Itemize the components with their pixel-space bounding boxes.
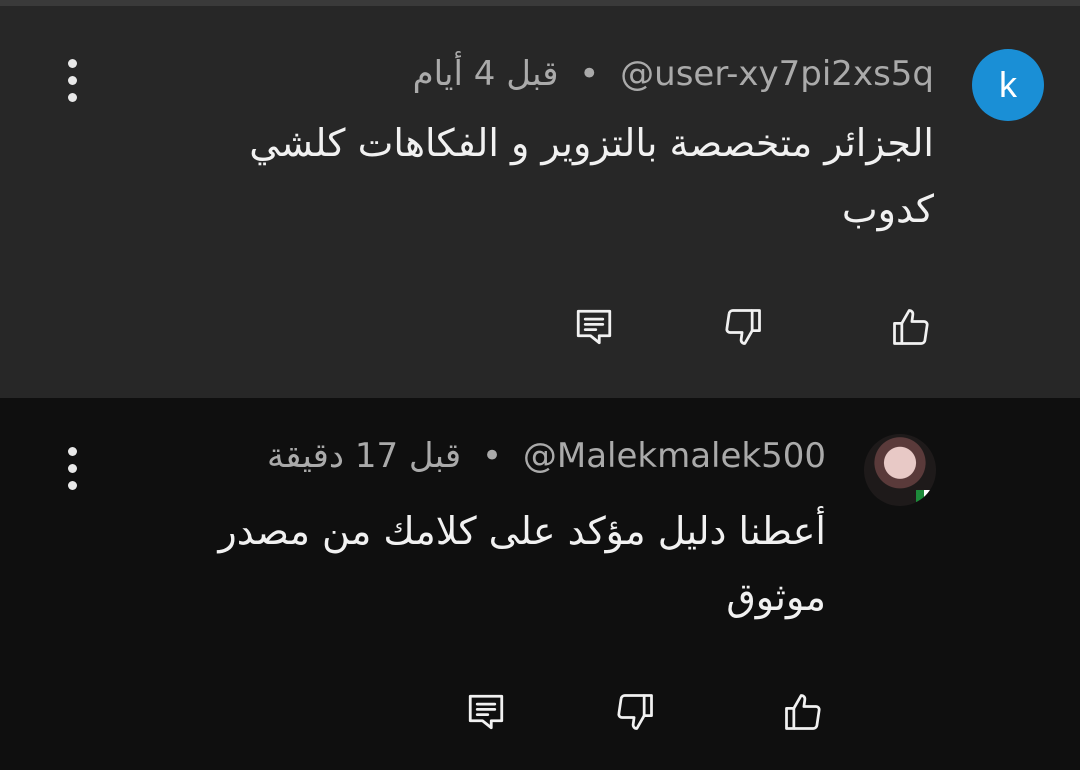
comment-meta: قبل 17 دقيقة • @Malekmalek500 [267, 436, 826, 476]
reply-button[interactable] [566, 299, 622, 355]
thumb-up-icon [785, 694, 821, 730]
comment-item: k قبل 4 أيام • @user-xy7pi2xs5q الجزائر … [0, 6, 1080, 398]
meta-separator: • [481, 436, 503, 476]
thumb-up-icon [893, 309, 929, 345]
avatar[interactable]: k [972, 49, 1044, 121]
dislike-button[interactable] [715, 299, 771, 355]
like-button[interactable] [775, 684, 831, 740]
comment-text: أعطنا دليل مؤكد على كلامك من مصدر موثوق [218, 509, 826, 619]
avatar[interactable] [864, 434, 936, 506]
comment-meta: قبل 4 أيام • @user-xy7pi2xs5q [413, 54, 934, 94]
like-button[interactable] [883, 299, 939, 355]
reply-comment-icon [576, 309, 612, 345]
thumb-down-icon [725, 309, 761, 345]
comments-page: k قبل 4 أيام • @user-xy7pi2xs5q الجزائر … [0, 0, 1080, 770]
reply-button[interactable] [458, 684, 514, 740]
comment-author[interactable]: @user-xy7pi2xs5q [620, 54, 934, 94]
flag-badge [916, 490, 932, 502]
avatar-letter: k [999, 64, 1017, 105]
comment-time: قبل 4 أيام [412, 54, 559, 94]
meta-separator: • [579, 54, 600, 94]
more-vert-icon[interactable] [52, 438, 92, 498]
reply-comment-icon [468, 694, 504, 730]
more-vert-icon[interactable] [52, 50, 92, 110]
comment-item: قبل 17 دقيقة • @Malekmalek500 أعطنا دليل… [0, 398, 1080, 770]
thumb-down-icon [617, 694, 653, 730]
comment-author[interactable]: @Malekmalek500 [523, 436, 826, 476]
comment-text: الجزائر متخصصة بالتزوير و الفكاهات كلشي … [249, 121, 934, 231]
dislike-button[interactable] [607, 684, 663, 740]
comment-time: قبل 17 دقيقة [266, 436, 462, 476]
